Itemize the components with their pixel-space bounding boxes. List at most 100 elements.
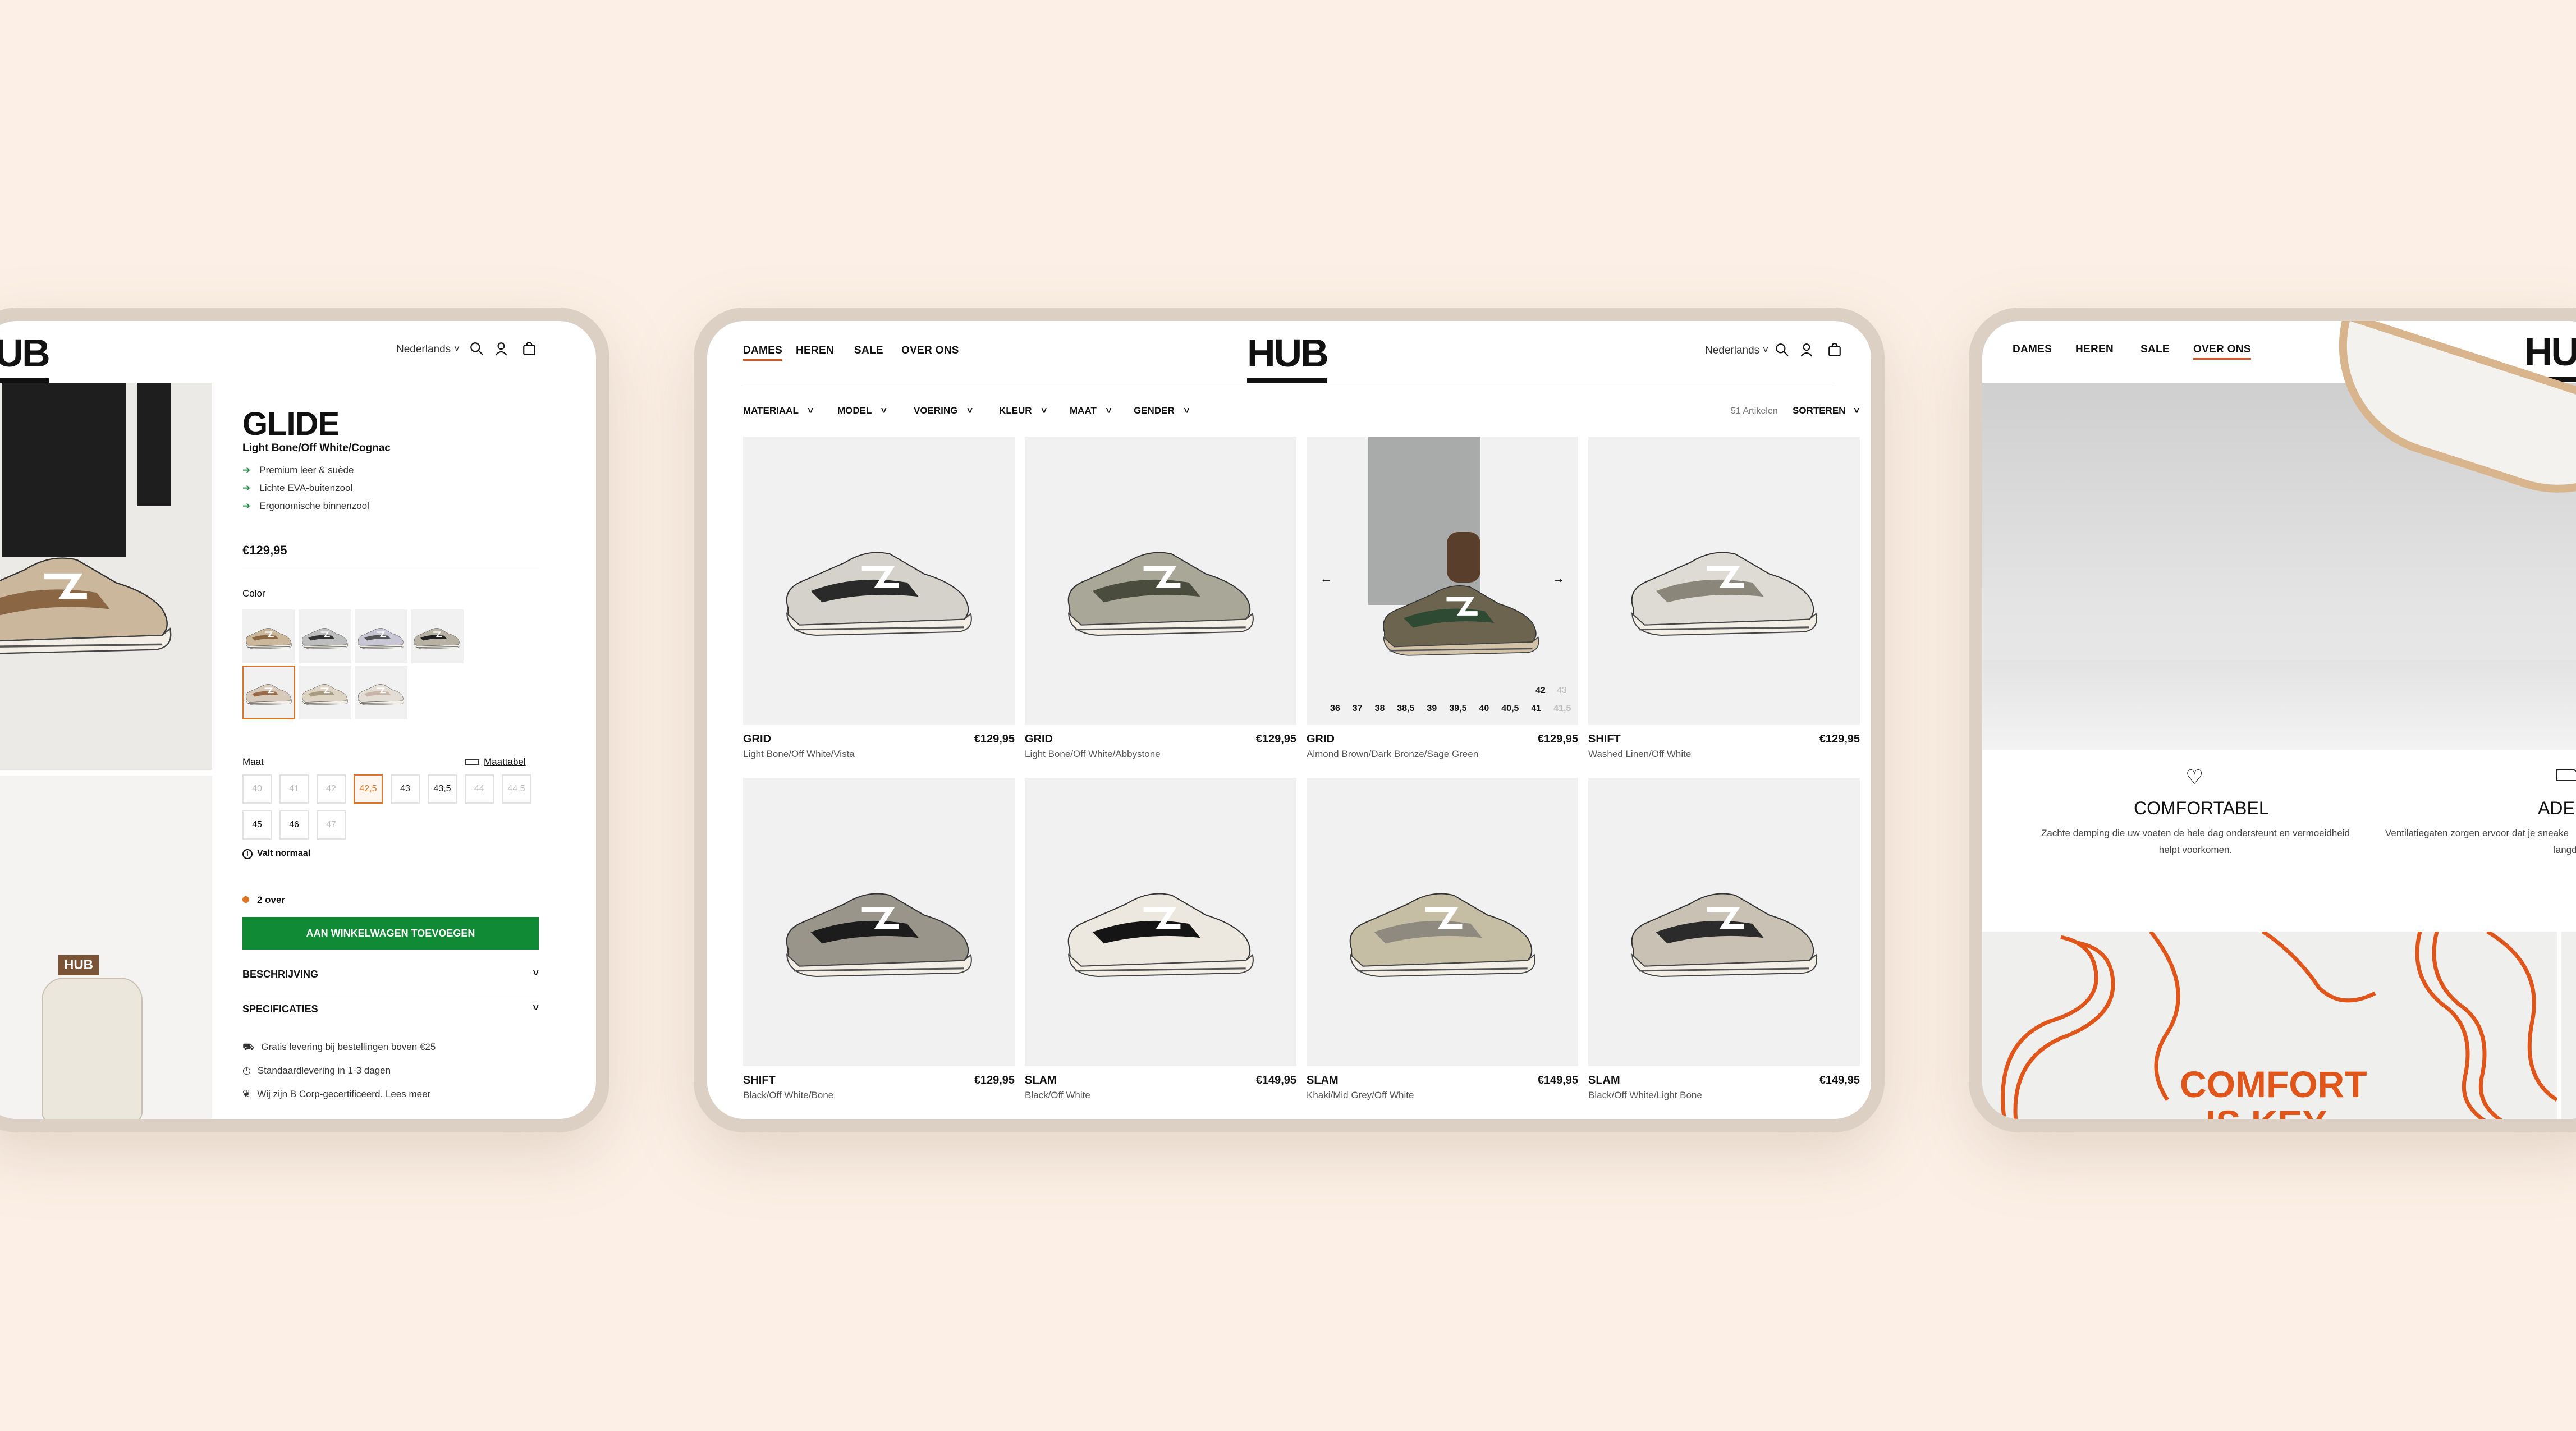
filter-materiaal[interactable]: MATERIAAL ˅: [743, 405, 813, 416]
hub-logo[interactable]: HUB: [0, 333, 51, 383]
size-option[interactable]: 41: [279, 774, 309, 804]
add-to-cart-button[interactable]: AAN WINKELWAGEN TOEVOEGEN: [242, 917, 539, 950]
language-selector[interactable]: Nederlands ˅: [1705, 345, 1769, 357]
stock-note: 2 over: [242, 895, 285, 906]
product-name[interactable]: SLAM: [1307, 1074, 1339, 1087]
product-card-image[interactable]: [1588, 437, 1860, 725]
product-name[interactable]: GRID: [743, 733, 771, 746]
size-option[interactable]: 45: [242, 810, 272, 840]
quick-size[interactable]: 36: [1330, 704, 1340, 713]
feature-title: ADEME: [2538, 798, 2576, 818]
clock-icon: ◷: [242, 1065, 251, 1076]
hero-image: [1982, 321, 2576, 750]
product-name[interactable]: SHIFT: [743, 1074, 776, 1087]
product-card-image[interactable]: [1588, 778, 1860, 1066]
size-option[interactable]: 46: [279, 810, 309, 840]
product-card-image[interactable]: [1025, 437, 1296, 725]
accordion-specifications[interactable]: SPECIFICATIES ˅: [242, 997, 539, 1028]
color-swatch[interactable]: [355, 666, 407, 719]
size-chart-link[interactable]: Maattabel: [465, 756, 526, 768]
read-more-link[interactable]: Lees meer: [386, 1089, 430, 1099]
size-option[interactable]: 43: [391, 774, 420, 804]
carousel-next-arrow[interactable]: →: [1552, 571, 1565, 586]
product-name[interactable]: SLAM: [1588, 1074, 1620, 1087]
nav-over-ons[interactable]: OVER ONS: [2193, 343, 2251, 360]
product-card-image[interactable]: [1025, 778, 1296, 1066]
product-name[interactable]: GRID: [1025, 733, 1053, 746]
nav-sale[interactable]: SALE: [2140, 343, 2170, 356]
quick-size[interactable]: 38,5: [1397, 704, 1414, 713]
color-swatch[interactable]: [299, 609, 351, 663]
about-screen: DAMES HEREN SALE OVER ONS HUB ♡ COMFORTA…: [1982, 321, 2576, 1119]
filter-gender[interactable]: GENDER ˅: [1134, 405, 1189, 416]
cart-icon[interactable]: [1827, 342, 1842, 357]
product-photo-secondary[interactable]: HUB: [0, 776, 212, 1119]
product-listing-screen: DAMES HEREN SALE OVER ONS HUB Nederlands…: [707, 321, 1871, 1119]
product-price: €149,95: [1537, 1074, 1578, 1086]
cart-icon[interactable]: [522, 341, 537, 356]
color-label: Color: [242, 588, 265, 599]
product-price: €149,95: [1255, 1074, 1296, 1086]
left-tablet-frame: HUB Nederlands ˅ HUB GLIDE Light Bone/Of…: [0, 308, 609, 1132]
account-icon[interactable]: [494, 341, 508, 356]
quick-size[interactable]: 39,5: [1449, 704, 1466, 713]
color-swatch[interactable]: [355, 609, 407, 663]
search-icon[interactable]: [1775, 342, 1789, 357]
product-photo-main[interactable]: [0, 383, 212, 770]
search-icon[interactable]: [469, 341, 484, 356]
chevron-down-icon: ˅: [1184, 405, 1190, 416]
size-option[interactable]: 44,5: [502, 774, 531, 804]
carousel-prev-arrow[interactable]: ←: [1320, 571, 1332, 586]
size-option[interactable]: 42: [317, 774, 346, 804]
product-name[interactable]: SLAM: [1025, 1074, 1057, 1087]
color-swatch[interactable]: [411, 609, 464, 663]
quick-size[interactable]: 39: [1427, 704, 1437, 713]
language-selector[interactable]: Nederlands ˅: [396, 343, 460, 356]
color-swatch[interactable]: [242, 609, 295, 663]
nav-over-ons[interactable]: OVER ONS: [901, 345, 959, 357]
product-card-image[interactable]: [1307, 778, 1578, 1066]
filter-model[interactable]: MODEL ˅: [837, 405, 887, 416]
size-option[interactable]: 44: [465, 774, 494, 804]
nav-sale[interactable]: SALE: [854, 345, 883, 357]
photo-logo: HUB: [58, 955, 99, 975]
nav-heren[interactable]: HEREN: [2075, 343, 2114, 356]
color-swatch-selected[interactable]: [242, 666, 295, 719]
quick-size[interactable]: 43: [1557, 686, 1567, 696]
product-price: €129,95: [1255, 733, 1296, 745]
product-price: €129,95: [242, 543, 287, 557]
quick-size[interactable]: 42: [1535, 686, 1546, 696]
product-name[interactable]: GRID: [1307, 733, 1335, 746]
filter-maat[interactable]: MAAT ˅: [1070, 405, 1112, 416]
floor-shadow: [1982, 660, 2576, 750]
size-option[interactable]: 47: [317, 810, 346, 840]
quick-size[interactable]: 41: [1531, 704, 1541, 713]
accordion-description[interactable]: BESCHRIJVING ˅: [242, 962, 539, 993]
hub-logo[interactable]: HUB: [1247, 333, 1329, 383]
nav-heren[interactable]: HEREN: [796, 345, 834, 357]
shoe-image: [0, 523, 182, 669]
quick-size[interactable]: 37: [1353, 704, 1363, 713]
quick-size[interactable]: 40,5: [1501, 704, 1519, 713]
quick-size[interactable]: 41,5: [1553, 704, 1571, 713]
account-icon[interactable]: [1799, 342, 1814, 357]
truck-icon: ⛟: [242, 1042, 255, 1052]
quick-size[interactable]: 38: [1375, 704, 1385, 713]
nav-dames[interactable]: DAMES: [743, 345, 783, 361]
product-colorway: Light Bone/Off White/Abbystone: [1025, 749, 1161, 759]
color-swatch[interactable]: [299, 666, 351, 719]
product-name[interactable]: SHIFT: [1588, 733, 1621, 746]
quick-size[interactable]: 40: [1479, 704, 1489, 713]
product-card-image[interactable]: [743, 437, 1015, 725]
fit-note: i Valt normaal: [242, 848, 310, 859]
sort-dropdown[interactable]: SORTEREN ˅: [1793, 405, 1859, 416]
size-option[interactable]: 43,5: [428, 774, 457, 804]
nav-dames[interactable]: DAMES: [2013, 343, 2052, 356]
size-option-selected[interactable]: 42,5: [354, 774, 383, 804]
banner-edge: [2561, 932, 2576, 1119]
filter-voering[interactable]: VOERING ˅: [914, 405, 973, 416]
product-card-image-hover[interactable]: ← → 42 43 36 37 38 38,5 39 39,5 40 40,5 41 41,5: [1307, 437, 1578, 725]
size-option[interactable]: 40: [242, 774, 272, 804]
product-card-image[interactable]: [743, 778, 1015, 1066]
filter-kleur[interactable]: KLEUR ˅: [999, 405, 1047, 416]
